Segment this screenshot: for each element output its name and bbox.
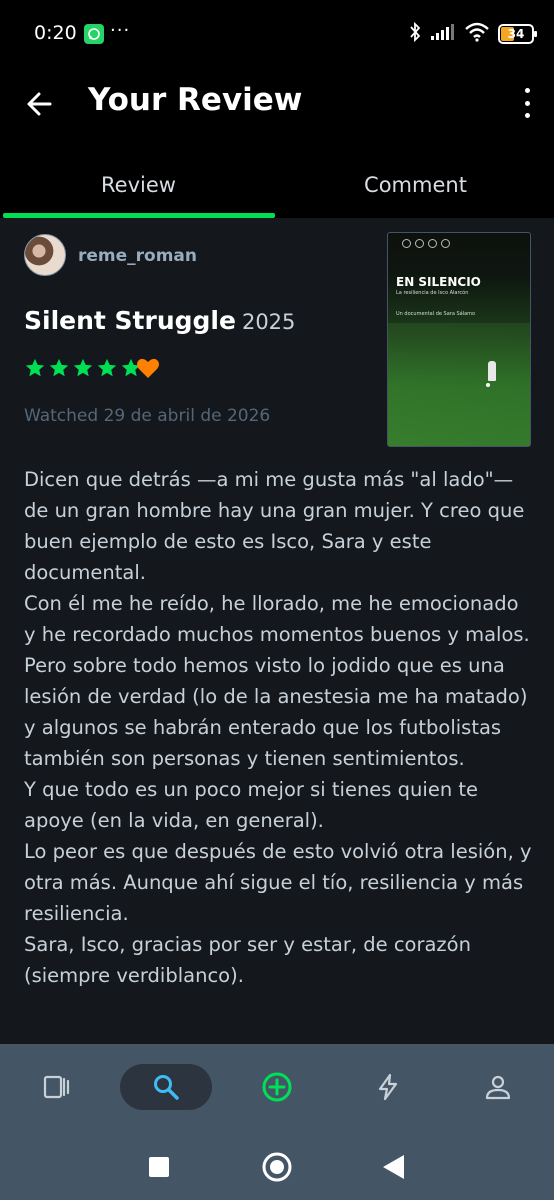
star-icon [73, 358, 93, 377]
poster-field [388, 323, 530, 446]
film-poster[interactable]: EN SILENCIO La resiliencia de Isco Alarc… [387, 232, 531, 447]
profile-icon [485, 1075, 511, 1100]
watched-date: Watched 29 de abril de 2026 [24, 406, 271, 426]
heart-icon [137, 358, 159, 378]
battery-icon: 34 [498, 24, 537, 44]
star-icon [49, 358, 69, 377]
status-bar: 0:20 ··· 34 [0, 0, 554, 66]
home-icon[interactable] [261, 1151, 293, 1183]
search-icon [154, 1075, 179, 1100]
nav-search[interactable] [120, 1064, 212, 1110]
review-text: Dicen que detrás —a mi me gusta más "al … [24, 468, 532, 987]
tab-comment[interactable]: Comment [277, 152, 554, 218]
more-notifications-icon: ··· [110, 20, 131, 41]
poster-credit: Un documental de Sara Sálamo [396, 311, 476, 317]
app-bar: Your Review [0, 66, 554, 152]
tab-review[interactable]: Review [0, 152, 277, 218]
tab-bar: Review Comment [0, 152, 554, 218]
poster-title: EN SILENCIO [396, 275, 481, 289]
poster-logos [402, 239, 452, 249]
activity-icon [378, 1073, 398, 1101]
battery-level: 34 [507, 27, 525, 41]
film-title-text: Silent Struggle [24, 306, 236, 335]
film-year: 2025 [241, 310, 296, 334]
star-rating [24, 357, 142, 379]
recents-icon[interactable] [147, 1155, 171, 1179]
back-nav-icon[interactable] [380, 1153, 406, 1181]
status-time: 0:20 [34, 22, 77, 44]
film-title[interactable]: Silent Struggle 2025 [24, 306, 295, 335]
bluetooth-icon [408, 21, 422, 46]
add-icon [262, 1072, 292, 1102]
wifi-icon [464, 22, 490, 46]
star-icon [25, 358, 45, 377]
review-content: reme_roman Silent Struggle 2025 Watched 2… [0, 218, 554, 1044]
back-button[interactable] [22, 86, 58, 122]
more-options-icon[interactable] [522, 88, 532, 118]
poster-subtitle: La resiliencia de Isco Alarcón [396, 290, 469, 296]
films-icon [43, 1075, 70, 1099]
username[interactable]: reme_roman [78, 246, 197, 266]
back-arrow-icon [27, 92, 52, 116]
system-nav-bar [0, 1136, 554, 1200]
poster-player [488, 361, 496, 381]
nav-activity[interactable] [342, 1064, 434, 1110]
star-icon [97, 358, 117, 377]
bottom-nav [0, 1044, 554, 1136]
nav-films[interactable] [10, 1064, 102, 1110]
whatsapp-icon [84, 24, 104, 44]
signal-icon [430, 23, 456, 45]
poster-ball [486, 383, 490, 387]
nav-add[interactable] [231, 1064, 323, 1110]
page-title: Your Review [88, 82, 303, 118]
avatar[interactable] [24, 234, 66, 276]
nav-profile[interactable] [452, 1064, 544, 1110]
